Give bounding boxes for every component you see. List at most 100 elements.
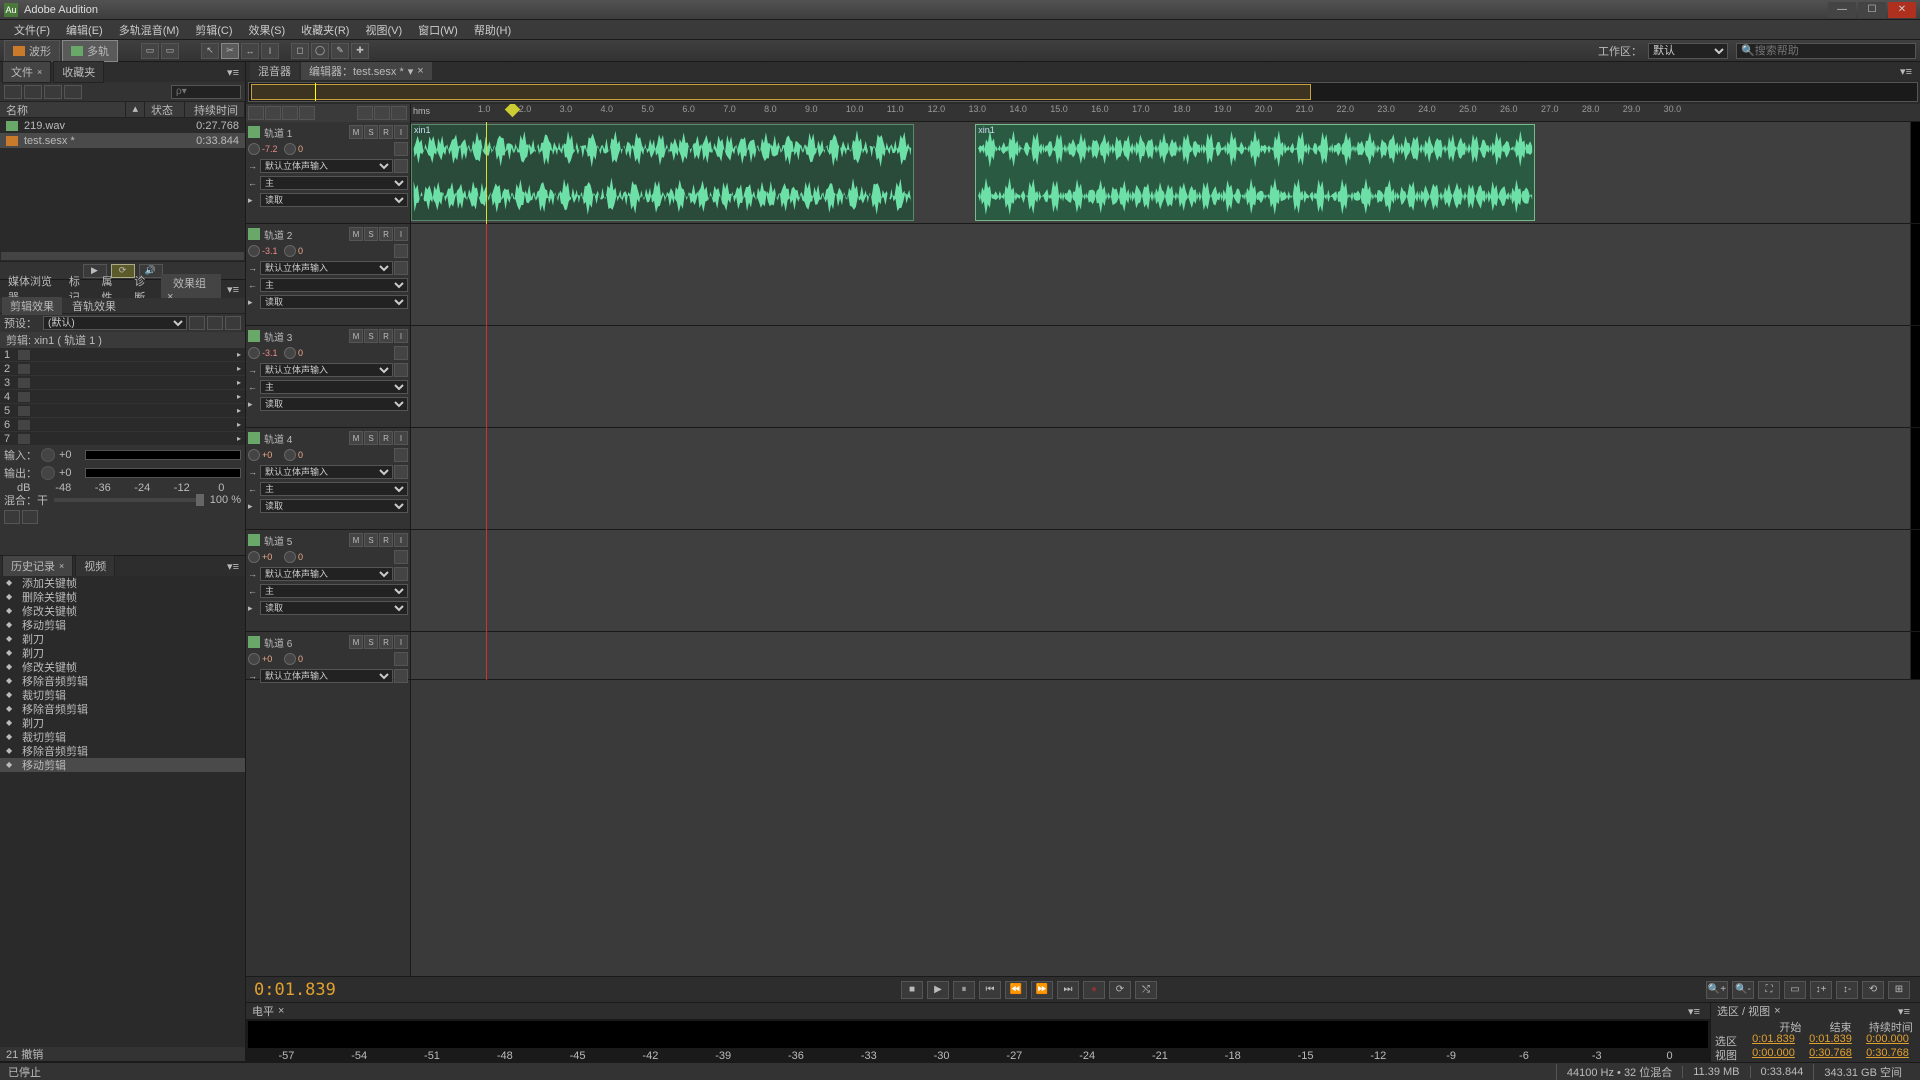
preset-delete-button[interactable] (207, 316, 223, 330)
search-input[interactable] (1755, 45, 1911, 57)
import-button[interactable] (44, 85, 62, 99)
workspace-select[interactable]: 默认 (1648, 43, 1728, 59)
th-snap-button[interactable] (357, 106, 373, 120)
monitor-button[interactable]: I (394, 227, 408, 241)
history-row[interactable]: ◆删除关键帧 (0, 590, 245, 604)
solo-button[interactable]: S (364, 533, 378, 547)
volume-knob[interactable] (248, 449, 260, 461)
fx-list-button[interactable] (22, 510, 38, 524)
tab-files[interactable]: 文件× (2, 61, 51, 83)
file-filter-input[interactable] (171, 85, 241, 99)
menu-multitrack[interactable]: 多轨混音(M) (111, 20, 188, 40)
mute-button[interactable]: M (349, 227, 363, 241)
pause-button[interactable]: ⏸ (953, 981, 975, 999)
record-button[interactable]: ● (1083, 981, 1105, 999)
sel-value[interactable]: 0:01.839 (1802, 1033, 1859, 1047)
track-lane[interactable] (411, 224, 1920, 326)
arm-button[interactable]: R (379, 533, 393, 547)
ruler-unit[interactable]: hms (411, 104, 437, 121)
tool-marquee[interactable]: ◻ (291, 43, 309, 59)
forward-button[interactable]: ⏩ (1031, 981, 1053, 999)
menu-window[interactable]: 窗口(W) (410, 20, 466, 40)
pan-knob[interactable] (284, 245, 296, 257)
preset-save-button[interactable] (189, 316, 205, 330)
volume-knob[interactable] (248, 245, 260, 257)
track-header[interactable]: 轨道 2MSRI-3.10→默认立体声输入←主▸读取 (246, 224, 410, 326)
new-file-button[interactable] (4, 85, 22, 99)
zoom-full-button[interactable]: ⛶ (1758, 981, 1780, 999)
input-gain-knob[interactable] (41, 448, 55, 462)
input-select[interactable]: 默认立体声输入 (260, 363, 393, 377)
col-name[interactable]: 名称 (0, 102, 126, 117)
output-select[interactable]: 主 (260, 482, 408, 496)
track-header[interactable]: 轨道 4MSRI+00→默认立体声输入←主▸读取 (246, 428, 410, 530)
volume-knob[interactable] (248, 143, 260, 155)
rec-button[interactable] (394, 550, 408, 564)
panel-menu-icon[interactable]: ▾≡ (1896, 65, 1916, 78)
input-mono-button[interactable] (394, 363, 408, 377)
pan-knob[interactable] (284, 143, 296, 155)
monitor-button[interactable]: I (394, 431, 408, 445)
history-row[interactable]: ◆剃刀 (0, 646, 245, 660)
col-status[interactable]: 状态 (145, 102, 185, 117)
history-row[interactable]: ◆剃刀 (0, 716, 245, 730)
monitor-button[interactable]: I (394, 635, 408, 649)
panel-menu-icon[interactable]: ▾≡ (1894, 1005, 1914, 1018)
input-select[interactable]: 默认立体声输入 (260, 261, 393, 275)
history-row[interactable]: ◆添加关键帧 (0, 576, 245, 590)
th-btn-3[interactable] (282, 106, 298, 120)
automation-select[interactable]: 读取 (260, 193, 408, 207)
volume-knob[interactable] (248, 653, 260, 665)
track-lane[interactable] (411, 326, 1920, 428)
menu-effects[interactable]: 效果(S) (241, 20, 294, 40)
solo-button[interactable]: S (364, 125, 378, 139)
end-button[interactable]: ⏭ (1057, 981, 1079, 999)
skip-button[interactable]: ⤭ (1135, 981, 1157, 999)
track-lane[interactable] (411, 632, 1920, 680)
monitor-button[interactable]: I (394, 329, 408, 343)
mute-button[interactable]: M (349, 431, 363, 445)
fx-slot[interactable]: 1▸ (0, 348, 245, 362)
track-header[interactable]: 轨道 3MSRI-3.10→默认立体声输入←主▸读取 (246, 326, 410, 428)
fx-slot[interactable]: 4▸ (0, 390, 245, 404)
track-header[interactable]: 轨道 1MSRI-7.20→默认立体声输入←主▸读取 (246, 122, 410, 224)
fx-power-icon[interactable] (18, 392, 30, 402)
mute-button[interactable]: M (349, 329, 363, 343)
volume-knob[interactable] (248, 347, 260, 359)
arm-button[interactable]: R (379, 227, 393, 241)
output-select[interactable]: 主 (260, 176, 408, 190)
minimize-button[interactable]: — (1828, 2, 1856, 18)
tool-lasso[interactable]: ◯ (311, 43, 329, 59)
loop-button[interactable]: ⟳ (1109, 981, 1131, 999)
automation-select[interactable]: 读取 (260, 397, 408, 411)
fx-power-icon[interactable] (18, 350, 30, 360)
fx-power-icon[interactable] (18, 364, 30, 374)
sel-value[interactable]: 0:30.768 (1859, 1047, 1916, 1061)
track-color-icon[interactable] (248, 636, 260, 648)
history-row[interactable]: ◆裁切剪辑 (0, 688, 245, 702)
fx-slot[interactable]: 2▸ (0, 362, 245, 376)
close-file-button[interactable] (64, 85, 82, 99)
sel-value[interactable]: 0:00.000 (1745, 1047, 1802, 1061)
history-row[interactable]: ◆移除音频剪辑 (0, 744, 245, 758)
track-color-icon[interactable] (248, 534, 260, 546)
preset-select[interactable]: (默认) (43, 316, 187, 330)
th-metronome-button[interactable] (391, 106, 407, 120)
solo-button[interactable]: S (364, 635, 378, 649)
tool-razor[interactable]: ✂ (221, 43, 239, 59)
monitor-button[interactable]: I (394, 125, 408, 139)
pan-knob[interactable] (284, 653, 296, 665)
track-header[interactable]: 轨道 5MSRI+00→默认立体声输入←主▸读取 (246, 530, 410, 632)
th-btn-1[interactable] (248, 106, 264, 120)
zoom-all-button[interactable]: ⊞ (1888, 981, 1910, 999)
solo-button[interactable]: S (364, 431, 378, 445)
track-color-icon[interactable] (248, 330, 260, 342)
play-button[interactable]: ▶ (927, 981, 949, 999)
input-select[interactable]: 默认立体声输入 (260, 159, 393, 173)
rec-button[interactable] (394, 652, 408, 666)
track-lane[interactable]: xin1xin1 (411, 122, 1920, 224)
tab-video[interactable]: 视频 (75, 555, 115, 577)
track-color-icon[interactable] (248, 432, 260, 444)
col-sort-icon[interactable]: ▴ (126, 102, 145, 117)
panel-menu-icon[interactable]: ▾≡ (1684, 1005, 1704, 1018)
